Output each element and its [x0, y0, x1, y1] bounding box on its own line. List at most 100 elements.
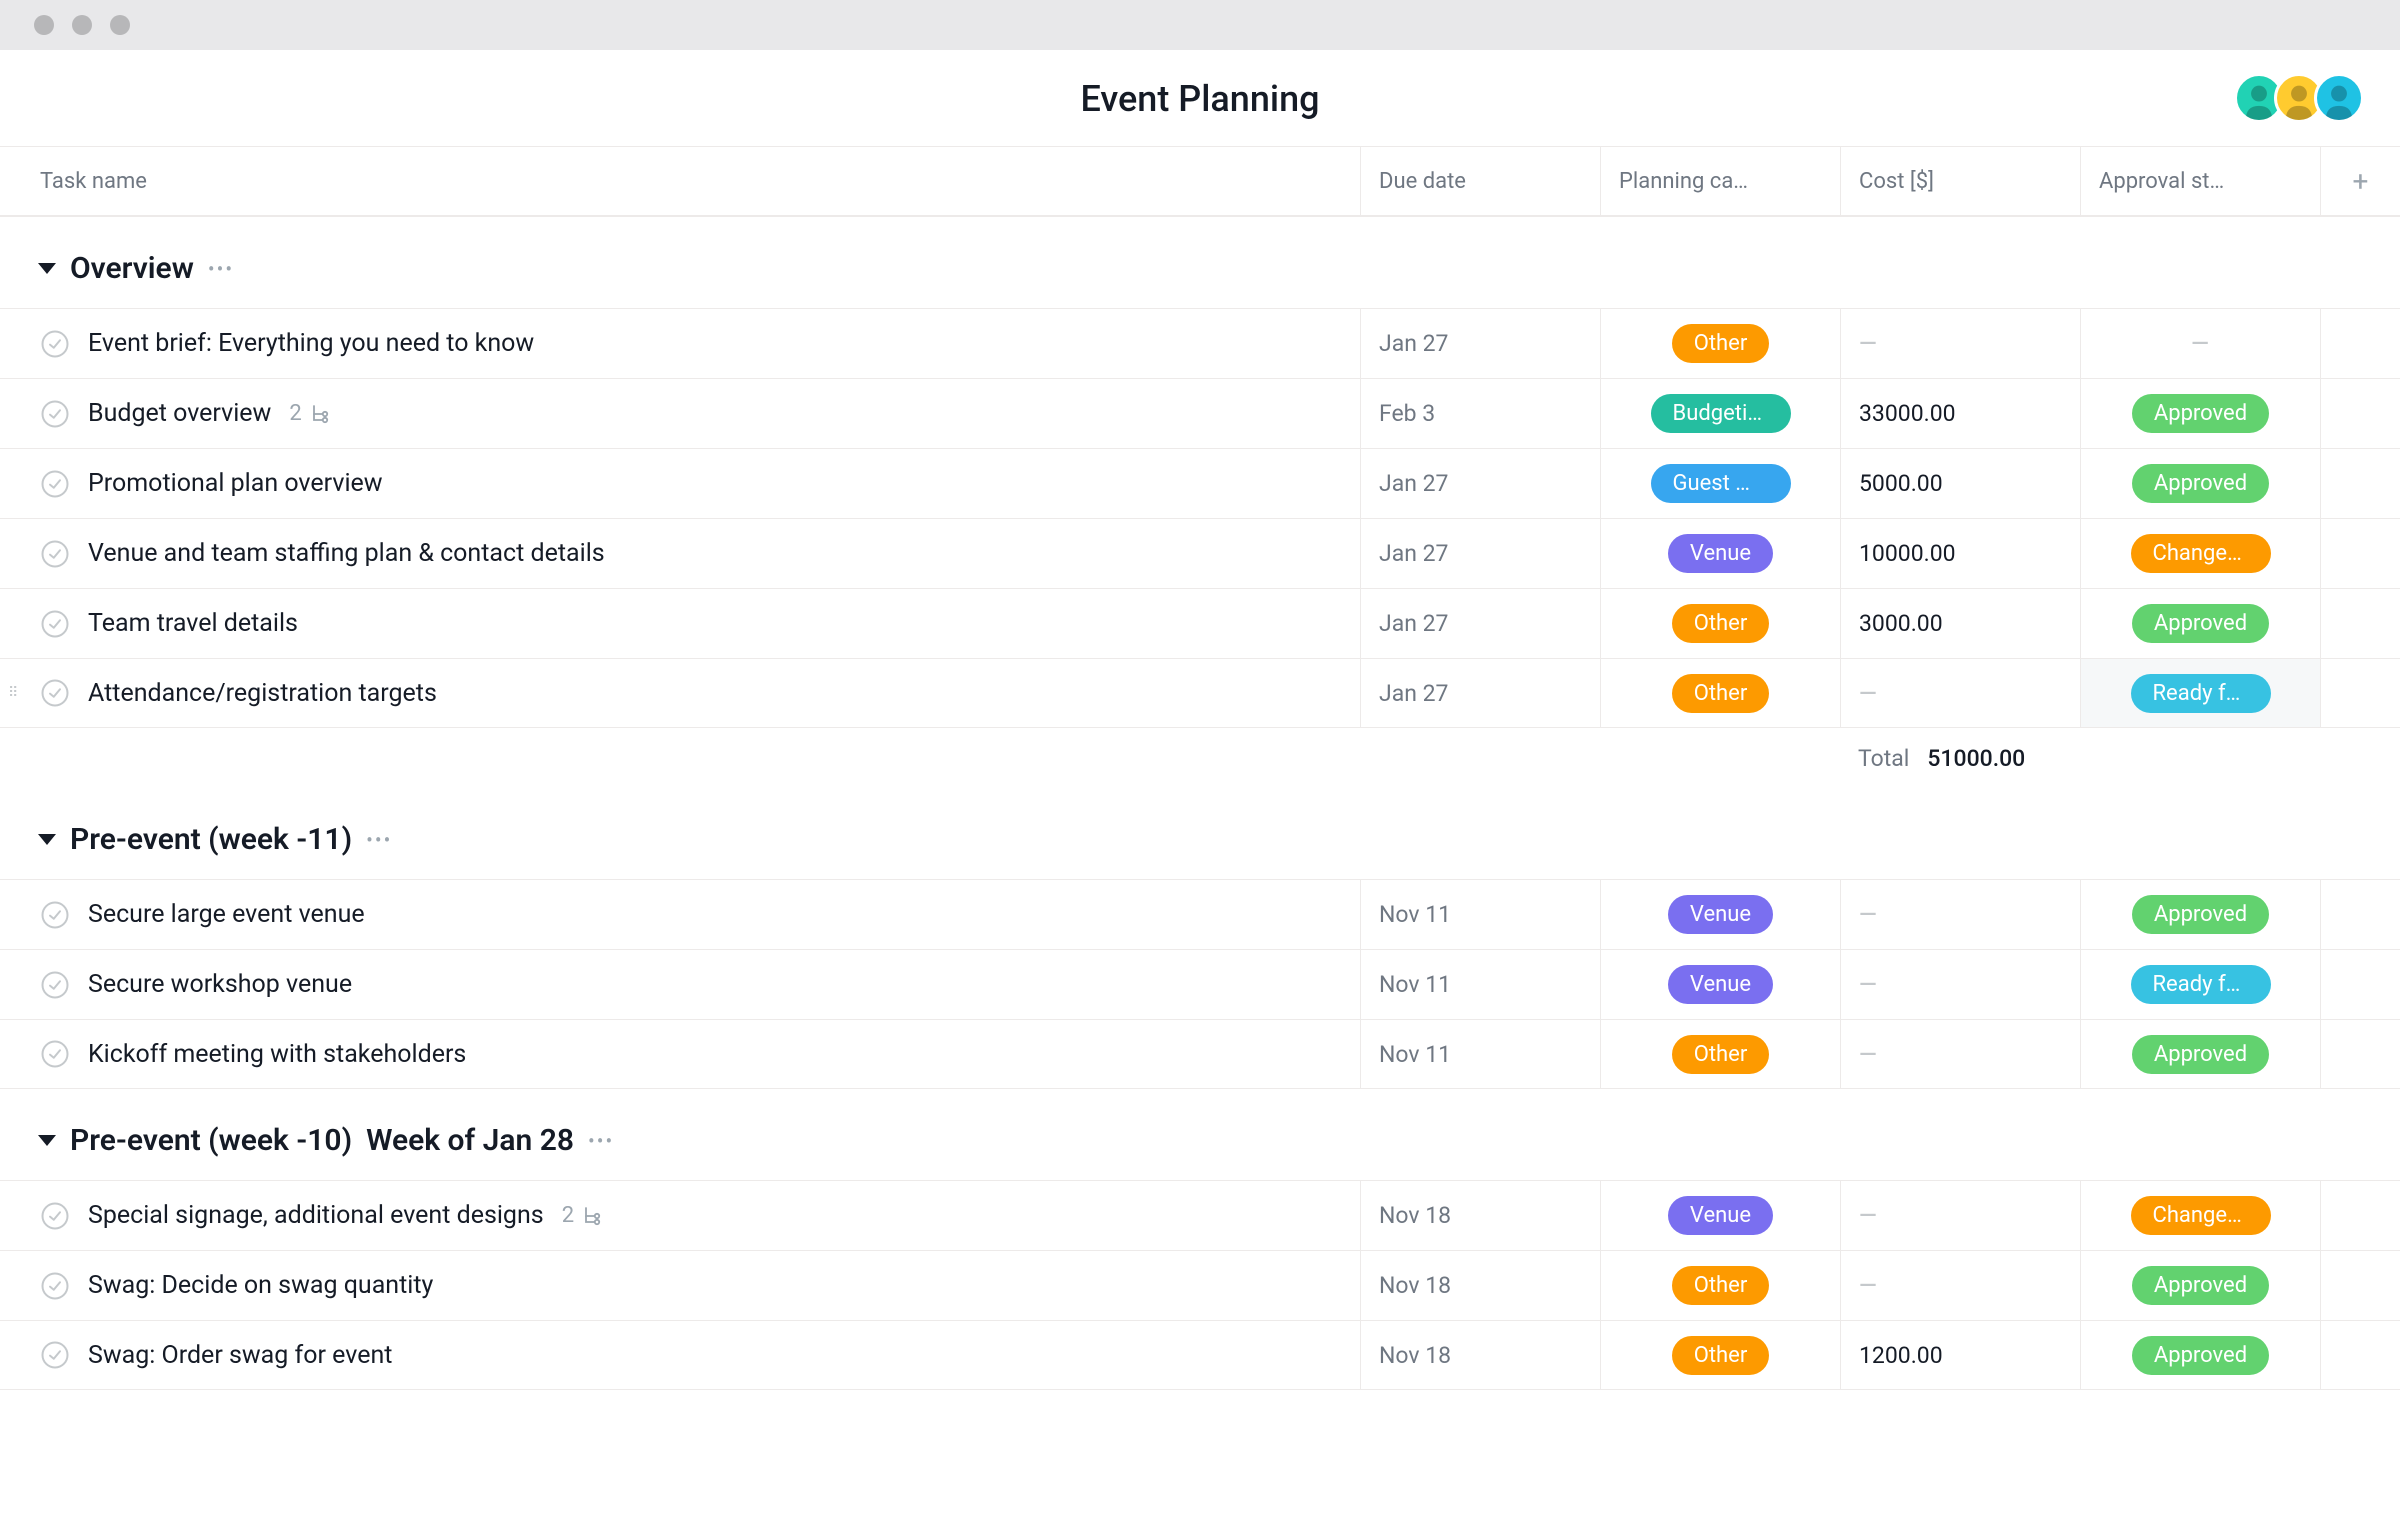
pill-other[interactable]: Other [1672, 324, 1770, 363]
due-date-cell[interactable]: Nov 18 [1360, 1181, 1600, 1250]
cost-cell[interactable]: — [1840, 659, 2080, 727]
column-due-date[interactable]: Due date [1360, 147, 1600, 215]
category-cell[interactable]: Other [1600, 659, 1840, 727]
due-date-cell[interactable]: Feb 3 [1360, 379, 1600, 448]
task-name-cell[interactable]: Venue and team staffing plan & contact d… [0, 519, 1360, 588]
cost-cell[interactable]: 1200.00 [1840, 1321, 2080, 1389]
task-name-cell[interactable]: Event brief: Everything you need to know [0, 309, 1360, 378]
category-cell[interactable]: Guest m… [1600, 449, 1840, 518]
pill-budgeting[interactable]: Budgeting [1651, 394, 1791, 433]
column-task-name[interactable]: Task name [0, 169, 1360, 194]
pill-approved[interactable]: Approved [2132, 1336, 2269, 1375]
complete-check-icon[interactable] [40, 678, 70, 708]
task-row[interactable]: ⠿ Swag: Order swag for event Nov 18 Othe… [0, 1320, 2400, 1390]
section-menu-icon[interactable]: ••• [208, 257, 234, 281]
cost-cell[interactable]: — [1840, 1251, 2080, 1320]
category-cell[interactable]: Venue [1600, 1181, 1840, 1250]
cost-cell[interactable]: — [1840, 1181, 2080, 1250]
status-cell[interactable]: Changes… [2080, 1181, 2320, 1250]
pill-readyfo[interactable]: Ready fo… [2131, 965, 2271, 1004]
task-name-cell[interactable]: Budget overview 2 [0, 379, 1360, 448]
column-approval-status[interactable]: Approval st… [2080, 147, 2320, 215]
complete-check-icon[interactable] [40, 539, 70, 569]
drag-handle-icon[interactable]: ⠿ [8, 685, 18, 701]
pill-approved[interactable]: Approved [2132, 895, 2269, 934]
category-cell[interactable]: Other [1600, 1251, 1840, 1320]
task-row[interactable]: ⠿ Special signage, additional event desi… [0, 1180, 2400, 1250]
cost-cell[interactable]: — [1840, 950, 2080, 1019]
task-row[interactable]: ⠿ Secure large event venue Nov 11 Venue … [0, 879, 2400, 949]
task-row[interactable]: ⠿ Swag: Decide on swag quantity Nov 18 O… [0, 1250, 2400, 1320]
pill-other[interactable]: Other [1672, 674, 1770, 713]
task-row[interactable]: ⠿ Kickoff meeting with stakeholders Nov … [0, 1019, 2400, 1089]
category-cell[interactable]: Other [1600, 1321, 1840, 1389]
due-date-cell[interactable]: Nov 11 [1360, 880, 1600, 949]
complete-check-icon[interactable] [40, 1340, 70, 1370]
status-cell[interactable]: Ready fo… [2080, 659, 2320, 727]
status-cell[interactable]: Changes… [2080, 519, 2320, 588]
due-date-cell[interactable]: Nov 11 [1360, 950, 1600, 1019]
task-name-cell[interactable]: Secure workshop venue [0, 950, 1360, 1019]
status-cell[interactable]: Approved [2080, 880, 2320, 949]
section-header[interactable]: Pre-event (week -10)Week of Jan 28 ••• [0, 1089, 2400, 1180]
due-date-cell[interactable]: Nov 18 [1360, 1321, 1600, 1389]
section-menu-icon[interactable]: ••• [366, 828, 392, 852]
complete-check-icon[interactable] [40, 329, 70, 359]
window-close-icon[interactable] [34, 15, 54, 35]
task-row[interactable]: ⠿ Promotional plan overview Jan 27 Guest… [0, 448, 2400, 518]
avatar-stack[interactable] [2244, 73, 2364, 123]
pill-venue[interactable]: Venue [1668, 895, 1773, 934]
due-date-cell[interactable]: Nov 18 [1360, 1251, 1600, 1320]
pill-other[interactable]: Other [1672, 604, 1770, 643]
task-name-cell[interactable]: Attendance/registration targets [0, 659, 1360, 727]
due-date-cell[interactable]: Jan 27 [1360, 449, 1600, 518]
pill-changes[interactable]: Changes… [2131, 1196, 2271, 1235]
task-row[interactable]: ⠿ Secure workshop venue Nov 11 Venue — R… [0, 949, 2400, 1019]
status-cell[interactable]: Approved [2080, 589, 2320, 658]
section-header[interactable]: Pre-event (week -11) ••• [0, 788, 2400, 879]
pill-approved[interactable]: Approved [2132, 394, 2269, 433]
category-cell[interactable]: Venue [1600, 519, 1840, 588]
cost-cell[interactable]: 10000.00 [1840, 519, 2080, 588]
due-date-cell[interactable]: Jan 27 [1360, 589, 1600, 658]
pill-venue[interactable]: Venue [1668, 534, 1773, 573]
task-name-cell[interactable]: Swag: Decide on swag quantity [0, 1251, 1360, 1320]
complete-check-icon[interactable] [40, 399, 70, 429]
pill-other[interactable]: Other [1672, 1336, 1770, 1375]
task-row[interactable]: ⠿ Team travel details Jan 27 Other 3000.… [0, 588, 2400, 658]
cost-cell[interactable]: 5000.00 [1840, 449, 2080, 518]
pill-approved[interactable]: Approved [2132, 1035, 2269, 1074]
due-date-cell[interactable]: Nov 11 [1360, 1020, 1600, 1088]
category-cell[interactable]: Budgeting [1600, 379, 1840, 448]
category-cell[interactable]: Venue [1600, 950, 1840, 1019]
pill-other[interactable]: Other [1672, 1266, 1770, 1305]
task-row[interactable]: ⠿ Attendance/registration targets Jan 27… [0, 658, 2400, 728]
pill-approved[interactable]: Approved [2132, 604, 2269, 643]
task-name-cell[interactable]: Promotional plan overview [0, 449, 1360, 518]
complete-check-icon[interactable] [40, 469, 70, 499]
category-cell[interactable]: Other [1600, 309, 1840, 378]
status-cell[interactable]: Approved [2080, 449, 2320, 518]
complete-check-icon[interactable] [40, 609, 70, 639]
section-header[interactable]: Overview ••• [0, 217, 2400, 308]
task-name-cell[interactable]: Team travel details [0, 589, 1360, 658]
pill-approved[interactable]: Approved [2132, 1266, 2269, 1305]
status-cell[interactable]: — [2080, 309, 2320, 378]
category-cell[interactable]: Venue [1600, 880, 1840, 949]
complete-check-icon[interactable] [40, 970, 70, 1000]
due-date-cell[interactable]: Jan 27 [1360, 309, 1600, 378]
complete-check-icon[interactable] [40, 900, 70, 930]
column-cost[interactable]: Cost [$] [1840, 147, 2080, 215]
column-planning-category[interactable]: Planning ca… [1600, 147, 1840, 215]
status-cell[interactable]: Approved [2080, 1251, 2320, 1320]
task-name-cell[interactable]: Kickoff meeting with stakeholders [0, 1020, 1360, 1088]
complete-check-icon[interactable] [40, 1201, 70, 1231]
category-cell[interactable]: Other [1600, 589, 1840, 658]
section-collapse-icon[interactable] [38, 263, 56, 274]
task-row[interactable]: ⠿ Budget overview 2 Feb 3 Budgeting 3300… [0, 378, 2400, 448]
cost-cell[interactable]: 3000.00 [1840, 589, 2080, 658]
pill-changes[interactable]: Changes… [2131, 534, 2271, 573]
complete-check-icon[interactable] [40, 1271, 70, 1301]
status-cell[interactable]: Approved [2080, 1321, 2320, 1389]
pill-venue[interactable]: Venue [1668, 965, 1773, 1004]
